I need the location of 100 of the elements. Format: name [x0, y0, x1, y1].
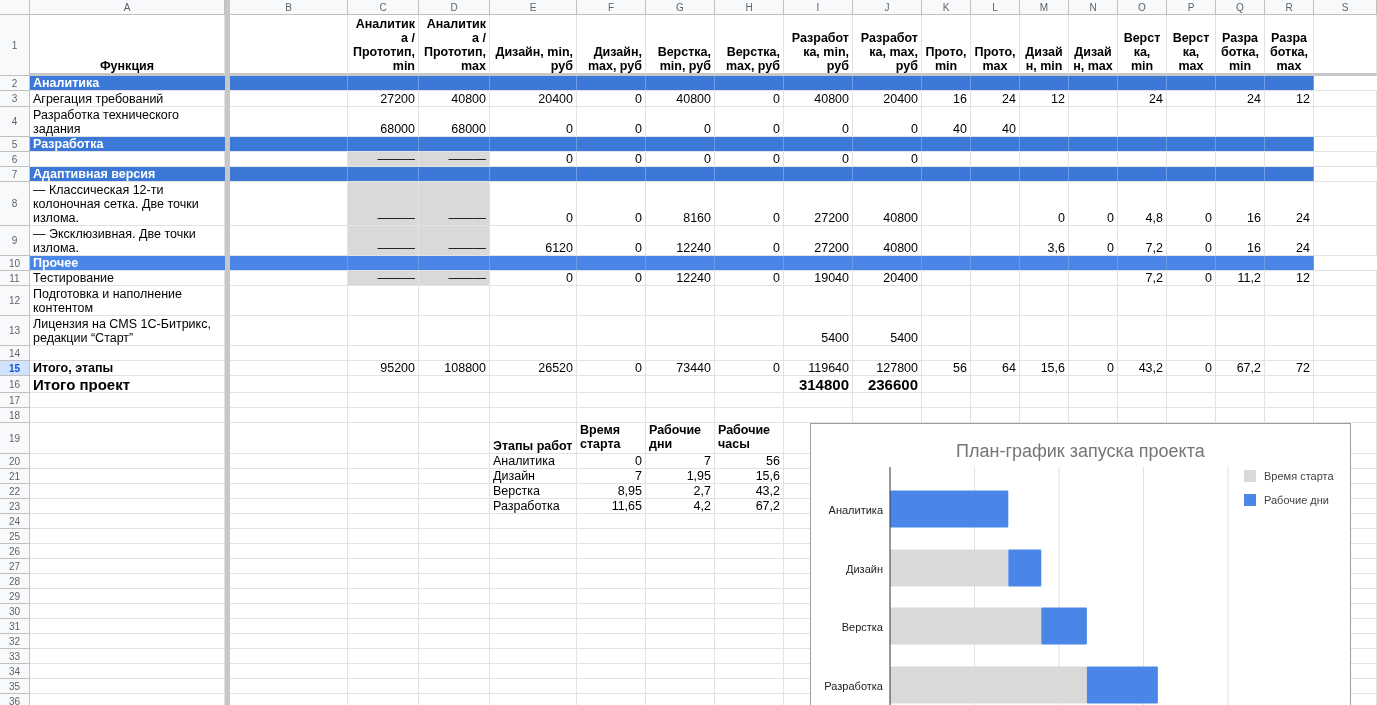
column-header[interactable]: I	[784, 0, 853, 15]
row-header[interactable]: 19	[0, 423, 30, 454]
row-header[interactable]: 23	[0, 499, 30, 514]
row-header[interactable]: 17	[0, 393, 30, 408]
table-cell: 20400	[853, 91, 922, 107]
table-cell: 0	[577, 182, 646, 226]
empty-cell	[1314, 271, 1377, 286]
row-header[interactable]: 27	[0, 559, 30, 574]
empty-cell	[419, 393, 490, 408]
row-header[interactable]: 2	[0, 76, 30, 91]
row-header[interactable]: 11	[0, 271, 30, 286]
row-header[interactable]: 30	[0, 604, 30, 619]
column-header[interactable]: D	[419, 0, 490, 15]
row-header[interactable]: 32	[0, 634, 30, 649]
column-header[interactable]: H	[715, 0, 784, 15]
row-header[interactable]: 33	[0, 649, 30, 664]
table-cell: 67,2	[1216, 361, 1265, 376]
select-all-corner[interactable]	[0, 0, 30, 15]
column-header[interactable]: G	[646, 0, 715, 15]
column-header[interactable]: A	[30, 0, 225, 15]
empty-cell	[1069, 286, 1118, 316]
empty-cell	[715, 286, 784, 316]
empty-cell	[646, 664, 715, 679]
empty-cell	[784, 393, 853, 408]
row-header[interactable]: 4	[0, 107, 30, 137]
table-cell: 108800	[419, 361, 490, 376]
chart-title: План-график запуска проекта	[956, 440, 1205, 463]
table-cell: 2,7	[646, 484, 715, 499]
row-header[interactable]: 13	[0, 316, 30, 346]
empty-cell	[419, 499, 490, 514]
column-header[interactable]: Q	[1216, 0, 1265, 15]
empty-cell	[784, 286, 853, 316]
row-header[interactable]: 24	[0, 514, 30, 529]
empty-cell	[922, 182, 971, 226]
row-header[interactable]: 29	[0, 589, 30, 604]
empty-cell	[348, 286, 419, 316]
row-header[interactable]: 12	[0, 286, 30, 316]
empty-cell	[577, 664, 646, 679]
row-header[interactable]: 36	[0, 694, 30, 705]
row-header[interactable]: 5	[0, 137, 30, 152]
empty-cell	[1167, 316, 1216, 346]
row-header[interactable]: 21	[0, 469, 30, 484]
empty-cell	[646, 346, 715, 361]
column-header[interactable]: N	[1069, 0, 1118, 15]
row-header[interactable]: 16	[0, 376, 30, 393]
row-header[interactable]: 20	[0, 454, 30, 469]
column-header[interactable]: J	[853, 0, 922, 15]
empty-cell	[348, 619, 419, 634]
empty-cell	[1216, 376, 1265, 393]
empty-cell	[1069, 91, 1118, 107]
empty-cell	[419, 408, 490, 423]
table-cell: 24	[1118, 91, 1167, 107]
empty-cell	[646, 316, 715, 346]
row-header[interactable]: 31	[0, 619, 30, 634]
column-header[interactable]: C	[348, 0, 419, 15]
empty-cell	[1118, 376, 1167, 393]
empty-cell	[1167, 346, 1216, 361]
column-header[interactable]: S	[1314, 0, 1377, 15]
table-cell: 0	[1020, 182, 1069, 226]
column-header[interactable]: R	[1265, 0, 1314, 15]
row-header[interactable]: 26	[0, 544, 30, 559]
column-header[interactable]: O	[1118, 0, 1167, 15]
chart-panel[interactable]: План-график запуска проекта Аналитика Дизайн Верстка Разработка Время старта Рабочие дни	[810, 423, 1351, 705]
row-header[interactable]: 14	[0, 346, 30, 361]
row-header[interactable]: 10	[0, 256, 30, 271]
column-header[interactable]: P	[1167, 0, 1216, 15]
table-cell: 8160	[646, 182, 715, 226]
empty-cell	[577, 634, 646, 649]
row-header[interactable]: 15	[0, 361, 30, 376]
column-header[interactable]: L	[971, 0, 1020, 15]
row-header[interactable]: 34	[0, 664, 30, 679]
row-header[interactable]: 3	[0, 91, 30, 107]
row-header[interactable]: 7	[0, 167, 30, 182]
row-header[interactable]: 25	[0, 529, 30, 544]
row-header[interactable]: 28	[0, 574, 30, 589]
row-header[interactable]: 1	[0, 15, 30, 76]
empty-cell	[419, 649, 490, 664]
column-header[interactable]: E	[490, 0, 577, 15]
row-header[interactable]: 6	[0, 152, 30, 167]
empty-cell	[348, 589, 419, 604]
column-header[interactable]: F	[577, 0, 646, 15]
legend-label: Рабочие дни	[1264, 492, 1329, 508]
row-header[interactable]: 35	[0, 679, 30, 694]
column-header[interactable]: K	[922, 0, 971, 15]
row-header[interactable]: 22	[0, 484, 30, 499]
row-header[interactable]: 8	[0, 182, 30, 226]
table-cell: 0	[715, 361, 784, 376]
column-header[interactable]: B	[230, 0, 348, 15]
column-header[interactable]: M	[1020, 0, 1069, 15]
table-cell: 15,6	[1020, 361, 1069, 376]
table-cell: 0	[1167, 361, 1216, 376]
row-header[interactable]: 18	[0, 408, 30, 423]
empty-cell	[971, 316, 1020, 346]
empty-cell	[419, 559, 490, 574]
empty-cell	[646, 544, 715, 559]
empty-cell	[1314, 152, 1377, 167]
empty-cell	[853, 346, 922, 361]
table-cell: 20400	[853, 271, 922, 286]
table-cell: 27200	[348, 91, 419, 107]
row-header[interactable]: 9	[0, 226, 30, 256]
